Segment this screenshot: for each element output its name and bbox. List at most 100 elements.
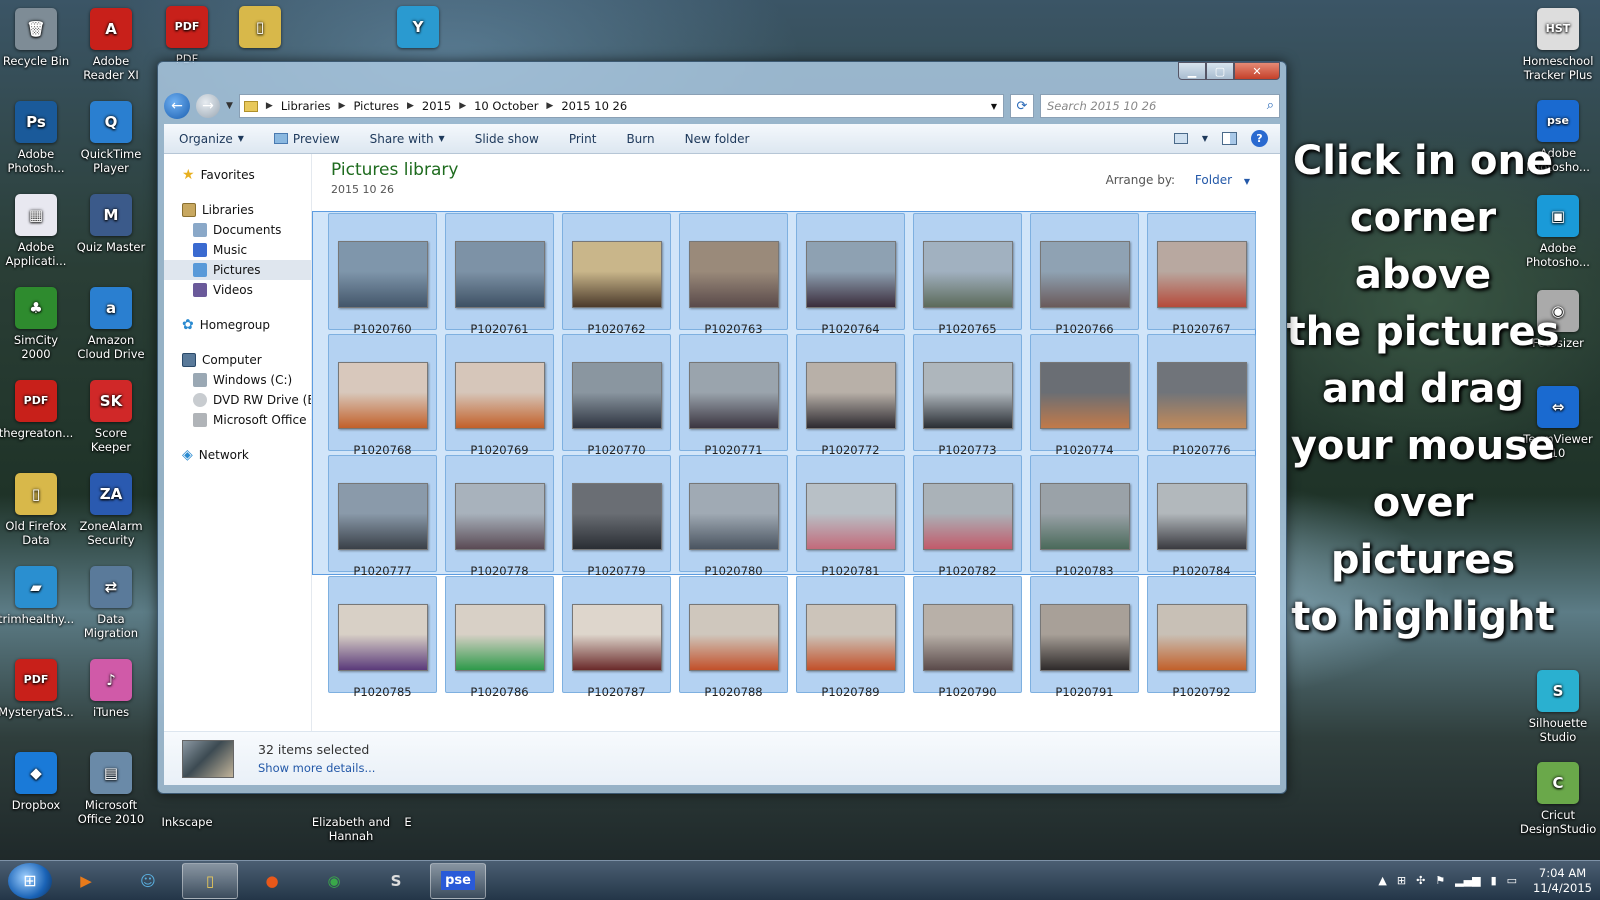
print-button[interactable]: Print <box>554 132 612 146</box>
thumbnail-item[interactable]: P1020784 <box>1147 455 1256 578</box>
thumbnail-item[interactable]: P1020783 <box>1030 455 1139 578</box>
thumbnail-item[interactable]: P1020767 <box>1147 213 1256 336</box>
taskbar-chrome-button[interactable]: ◉ <box>306 863 362 899</box>
desktop-icon[interactable]: S Silhouette Studio <box>1520 670 1596 744</box>
desktop-icon[interactable]: M Quiz Master <box>73 194 149 254</box>
breadcrumb-item[interactable]: Libraries <box>281 99 331 113</box>
thumbnail-item[interactable]: P1020778 <box>445 455 554 578</box>
preview-pane-icon[interactable] <box>1222 132 1237 145</box>
action-center-flag-icon[interactable]: ⚑ <box>1435 874 1445 887</box>
thumbnail-item[interactable]: P1020781 <box>796 455 905 578</box>
thumbnail-item[interactable]: P1020762 <box>562 213 671 336</box>
desktop-icon[interactable]: SK Score Keeper <box>73 380 149 454</box>
show-hidden-icons-icon[interactable]: ▲ <box>1378 874 1386 887</box>
nav-network[interactable]: ◈ Network <box>164 444 311 466</box>
desktop-icon[interactable]: PDF thegreaton... <box>0 380 74 440</box>
desktop-icon[interactable]: ▯ Old Firefox Data <box>0 473 74 547</box>
nav-favorites[interactable]: ★ Favorites <box>164 164 311 186</box>
thumbnail-item[interactable]: P1020788 <box>679 576 788 699</box>
forward-button[interactable]: → <box>196 94 220 118</box>
recent-pages-dropdown[interactable]: ▼ <box>226 101 233 111</box>
thumbnail-item[interactable]: P1020771 <box>679 334 788 457</box>
desktop-icon[interactable]: Ps Adobe Photosh... <box>0 101 74 175</box>
thumbnail-item[interactable]: P1020779 <box>562 455 671 578</box>
signal-icon[interactable]: ▂▄▆ <box>1455 874 1480 887</box>
share-with-button[interactable]: Share with ▼ <box>355 132 460 146</box>
desktop-icon[interactable]: Q QuickTime Player <box>73 101 149 175</box>
taskbar-pse-button[interactable]: pse <box>430 862 486 899</box>
taskbar-explorer-button[interactable]: ▯ <box>182 862 238 899</box>
thumbnail-item[interactable]: P1020761 <box>445 213 554 336</box>
thumbnail-item[interactable]: P1020763 <box>679 213 788 336</box>
nav-item-pictures[interactable]: Pictures <box>164 260 311 280</box>
taskbar-firefox-button[interactable]: ● <box>244 863 300 899</box>
breadcrumb-item[interactable]: 2015 10 26 <box>561 99 627 113</box>
thumbnail-item[interactable]: P1020765 <box>913 213 1022 336</box>
nav-item-music[interactable]: Music <box>164 240 311 260</box>
nav-libraries[interactable]: Libraries <box>164 200 311 220</box>
thumbnail-item[interactable]: P1020786 <box>445 576 554 699</box>
thumbnail-item[interactable]: P1020789 <box>796 576 905 699</box>
breadcrumb[interactable]: ▶ Libraries ▶ Pictures ▶ 2015 ▶ 10 October ▶ 2015… <box>238 94 1004 118</box>
thumbnail-item[interactable]: P1020760 <box>328 213 437 336</box>
thumbnail-item[interactable]: P1020780 <box>679 455 788 578</box>
thumbnail-item[interactable]: P1020768 <box>328 334 437 457</box>
thumbnail-item[interactable]: P1020770 <box>562 334 671 457</box>
thumbnail-item[interactable]: P1020787 <box>562 576 671 699</box>
power-icon[interactable]: ▮ <box>1491 874 1497 887</box>
start-button[interactable]: ⊞ <box>8 862 52 899</box>
desktop-icon[interactable]: PDF MysteryatS... <box>0 659 74 719</box>
thumbnail-item[interactable]: P1020774 <box>1030 334 1139 457</box>
thumbnail-item[interactable]: P1020782 <box>913 455 1022 578</box>
taskbar-people-button[interactable]: ☺ <box>120 863 176 899</box>
desktop-icon[interactable]: ♣ SimCity 2000 <box>0 287 74 361</box>
desktop-icon[interactable]: PDF PDF <box>149 6 225 66</box>
help-icon[interactable]: ? <box>1251 130 1268 147</box>
new-folder-button[interactable]: New folder <box>670 132 765 146</box>
organize-button[interactable]: Organize ▼ <box>164 132 259 146</box>
windows-flag-icon[interactable]: ⊞ <box>1397 874 1406 887</box>
desktop-icon[interactable]: ZA ZoneAlarm Security <box>73 473 149 547</box>
chevron-right-icon[interactable]: ▶ <box>546 101 553 111</box>
thumbnail-item[interactable]: P1020792 <box>1147 576 1256 699</box>
desktop-icon[interactable]: Y <box>380 6 456 52</box>
maximize-button[interactable]: ▢ <box>1206 62 1234 80</box>
nav-computer[interactable]: Computer <box>164 350 311 370</box>
desktop-icon[interactable]: C Cricut DesignStudio <box>1520 762 1596 836</box>
desktop-icon[interactable]: ▰ trimhealthy... <box>0 566 74 626</box>
change-view-icon[interactable] <box>1173 133 1188 144</box>
thumbnail-item[interactable]: P1020776 <box>1147 334 1256 457</box>
desktop-icon[interactable]: ▤ Microsoft Office 2010 <box>73 752 149 826</box>
thumbnail-item[interactable]: P1020791 <box>1030 576 1139 699</box>
network-tray-icon[interactable]: ✣ <box>1416 874 1425 887</box>
desktop-icon[interactable]: ♪ iTunes <box>73 659 149 719</box>
chevron-down-icon[interactable]: ▼ <box>991 102 997 111</box>
thumbnail-item[interactable]: P1020785 <box>328 576 437 699</box>
nav-item-drive[interactable]: Microsoft Office Cl <box>164 410 311 430</box>
slide-show-button[interactable]: Slide show <box>460 132 554 146</box>
burn-button[interactable]: Burn <box>611 132 669 146</box>
desktop-icon[interactable]: HST Homeschool Tracker Plus <box>1520 8 1596 82</box>
minimize-button[interactable]: ▁ <box>1178 62 1206 80</box>
chevron-right-icon[interactable]: ▶ <box>339 101 346 111</box>
preview-button[interactable]: Preview <box>259 132 355 146</box>
desktop-icon[interactable]: ▦ Adobe Applicati... <box>0 194 74 268</box>
taskbar-media-player-button[interactable]: ▶ <box>58 863 114 899</box>
search-input[interactable]: Search 2015 10 26 ⌕ <box>1040 94 1280 118</box>
thumbnail-item[interactable]: P1020773 <box>913 334 1022 457</box>
thumbnail-item[interactable]: P1020769 <box>445 334 554 457</box>
nav-item-videos[interactable]: Videos <box>164 280 311 300</box>
thumbnail-item[interactable]: P1020777 <box>328 455 437 578</box>
nav-item-drive[interactable]: Windows (C:) <box>164 370 311 390</box>
nav-item-drive[interactable]: DVD RW Drive (E:) I <box>164 390 311 410</box>
refresh-button[interactable]: ⟳ <box>1010 94 1034 118</box>
desktop-icon[interactable]: ⇄ Data Migration <box>73 566 149 640</box>
desktop-icon[interactable]: A Adobe Reader XI <box>73 8 149 82</box>
chevron-right-icon[interactable]: ▶ <box>459 101 466 111</box>
chevron-right-icon[interactable]: ▶ <box>266 101 273 111</box>
desktop-icon[interactable]: ◆ Dropbox <box>0 752 74 812</box>
nav-item-documents[interactable]: Documents <box>164 220 311 240</box>
arrange-dropdown[interactable]: Folder ▼ <box>1187 173 1250 187</box>
chevron-down-icon[interactable]: ▼ <box>1202 134 1208 143</box>
chevron-right-icon[interactable]: ▶ <box>407 101 414 111</box>
